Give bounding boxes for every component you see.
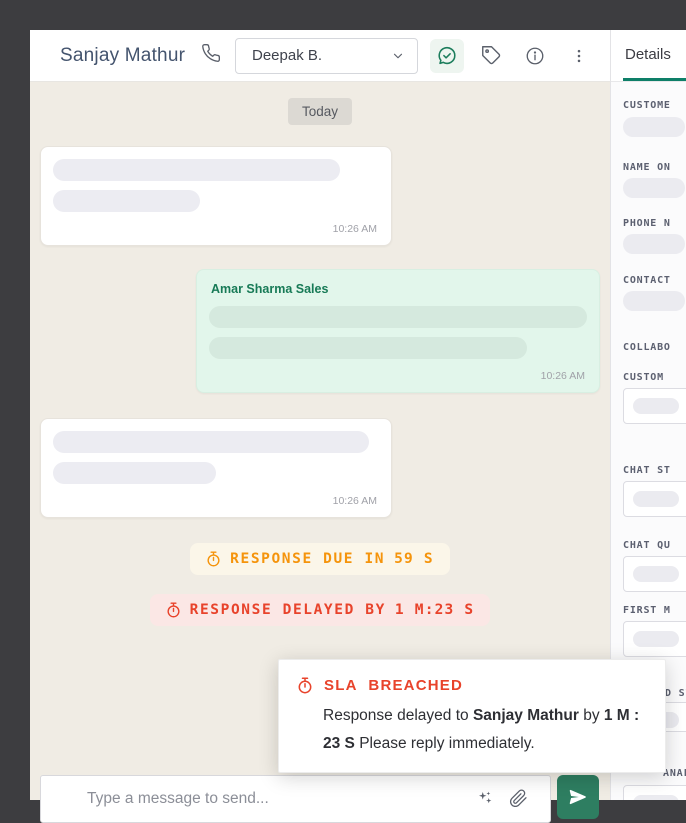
field-value-placeholder [623, 117, 685, 137]
stopwatch-icon [297, 677, 313, 694]
banner-label: RESPONSE DELAYED BY [190, 602, 386, 618]
incoming-message-card: 10:26 AM [40, 418, 392, 518]
ai-sparkle-icon[interactable] [476, 789, 494, 812]
chat-check-icon [436, 45, 458, 67]
message-timestamp: 10:26 AM [209, 368, 587, 386]
field-value-placeholder [633, 491, 679, 507]
field-label: COLLABO [623, 342, 671, 353]
assignee-name: Deepak B. [252, 47, 391, 64]
redacted-text-line [53, 462, 216, 484]
redacted-text-line [53, 159, 340, 181]
field-label: FIRST M [623, 605, 671, 616]
banner-value: 1 M:23 S [395, 602, 474, 618]
field-label: CHAT ST [623, 465, 671, 476]
response-due-banner: RESPONSE DUE IN 59 S [190, 543, 450, 575]
chat-header: Sanjay Mathur Deepak B. [30, 30, 610, 82]
tag-button[interactable] [474, 39, 508, 73]
stopwatch-icon [166, 602, 181, 618]
redacted-text-line [53, 190, 200, 212]
incoming-message-card: 10:26 AM [40, 146, 392, 246]
tab-details[interactable]: Details [625, 46, 671, 63]
banner-label: RESPONSE DUE IN [230, 551, 385, 567]
message-timestamp: 10:26 AM [53, 493, 379, 511]
panel-tabbar: Details [611, 30, 686, 82]
banner-value: 59 S [394, 551, 434, 567]
field-input[interactable] [623, 785, 686, 800]
field-input[interactable] [623, 556, 686, 592]
field-value-placeholder [633, 631, 679, 647]
more-options-button[interactable] [562, 39, 596, 73]
sender-name: Amar Sharma Sales [211, 282, 587, 296]
redacted-text-line [209, 337, 527, 359]
field-value-placeholder [623, 234, 685, 254]
paperclip-icon[interactable] [509, 789, 528, 813]
kebab-menu-icon [570, 47, 588, 65]
toast-title-row: SLA BREACHED [297, 677, 647, 694]
field-label: PHONE N [623, 218, 671, 229]
field-value-placeholder [623, 291, 685, 311]
day-divider: Today [288, 98, 352, 125]
field-label: D ST [665, 688, 686, 699]
redacted-text-line [209, 306, 587, 328]
field-label: CONTACT [623, 275, 671, 286]
resolve-chat-button[interactable] [430, 39, 464, 73]
chevron-down-icon [391, 49, 405, 63]
field-value-placeholder [633, 398, 679, 414]
field-value-placeholder [633, 566, 679, 582]
field-label: CUSTOME [623, 100, 671, 111]
toast-body: Response delayed to Sanjay Mathur by 1 M… [323, 702, 655, 758]
outgoing-message-card: Amar Sharma Sales 10:26 AM [196, 269, 600, 393]
info-button[interactable] [518, 39, 552, 73]
toast-contact-name: Sanjay Mathur [473, 707, 579, 724]
phone-call-button[interactable] [201, 43, 221, 68]
app-screen: Sanjay Mathur Deepak B. [0, 0, 686, 800]
send-button[interactable] [557, 775, 599, 819]
field-value-placeholder [633, 795, 679, 800]
message-input[interactable] [41, 776, 550, 822]
field-input[interactable] [623, 481, 686, 517]
response-delayed-banner: RESPONSE DELAYED BY 1 M:23 S [150, 594, 491, 626]
field-value-placeholder [623, 178, 685, 198]
toast-body-text: Please reply immediately. [355, 735, 535, 752]
field-label: CUSTOM [623, 372, 664, 383]
toast-body-text: by [579, 707, 604, 724]
field-label: ANAL [663, 768, 686, 779]
info-icon [525, 46, 545, 66]
send-plane-icon [568, 787, 588, 807]
field-input[interactable] [623, 621, 686, 657]
assignee-dropdown[interactable]: Deepak B. [235, 38, 418, 74]
redacted-text-line [53, 431, 369, 453]
field-label: NAME ON [623, 162, 671, 173]
sla-breached-toast: SLA BREACHED Response delayed to Sanjay … [278, 659, 666, 773]
field-label: CHAT QU [623, 540, 671, 551]
message-composer [40, 775, 551, 823]
contact-name: Sanjay Mathur [60, 45, 185, 67]
tab-active-underline [623, 78, 686, 81]
message-timestamp: 10:26 AM [53, 221, 379, 239]
header-icon-group [430, 39, 596, 73]
toast-title: SLA BREACHED [324, 677, 463, 694]
stopwatch-icon [206, 551, 221, 567]
toast-body-text: Response delayed to [323, 707, 473, 724]
tag-icon [481, 45, 502, 66]
phone-icon [201, 43, 221, 68]
field-input[interactable] [623, 388, 686, 424]
